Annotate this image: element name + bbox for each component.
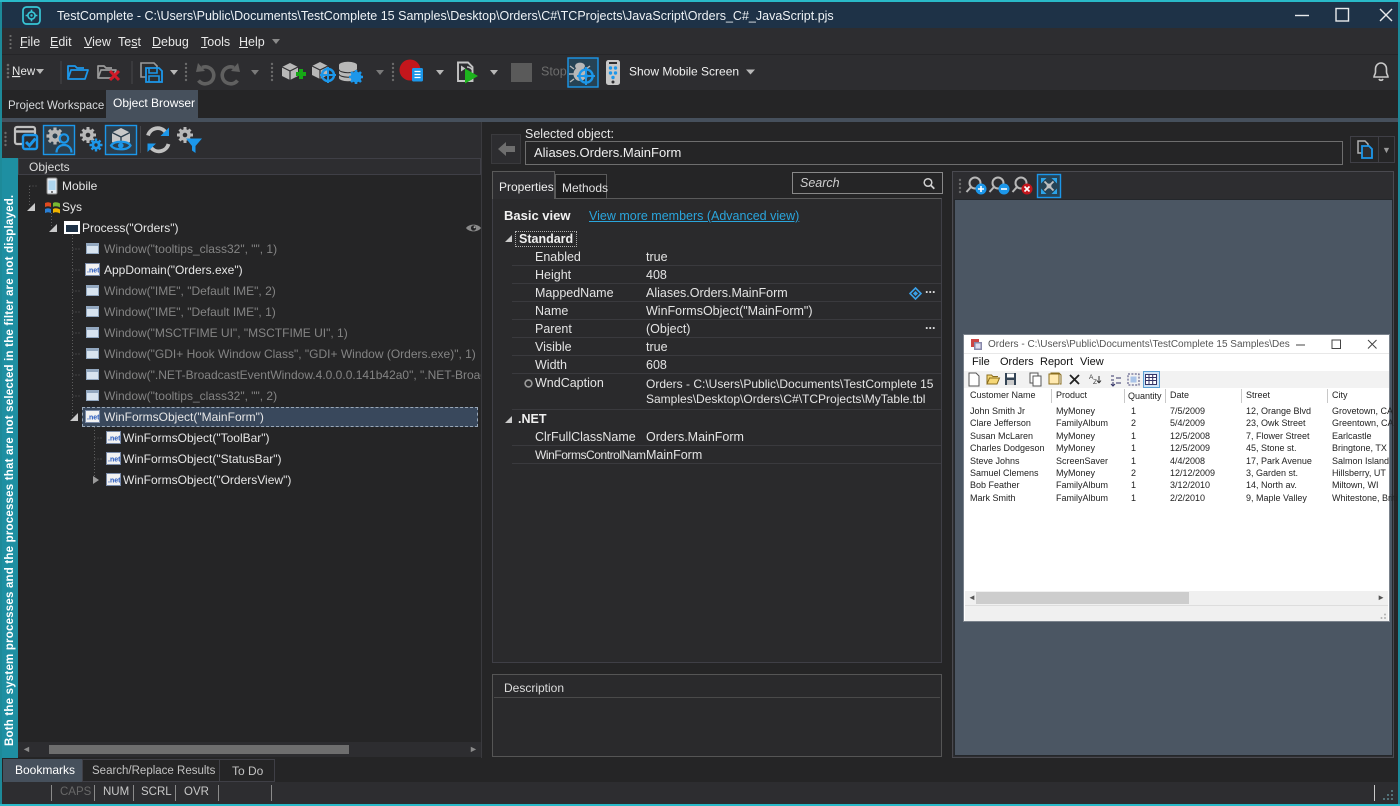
svg-text:Show Mobile Screen: Show Mobile Screen xyxy=(629,65,739,79)
svg-text:.net: .net xyxy=(87,268,100,275)
svg-text:.net: .net xyxy=(108,457,121,464)
svg-text:.net: .net xyxy=(108,478,121,485)
svg-text:Stop: Stop xyxy=(541,65,567,79)
svg-text:.net: .net xyxy=(108,436,121,443)
svg-text:N: N xyxy=(12,66,20,78)
svg-text:ew: ew xyxy=(21,66,36,78)
svg-text:Z: Z xyxy=(1093,379,1097,386)
svg-text:.net: .net xyxy=(87,415,100,422)
